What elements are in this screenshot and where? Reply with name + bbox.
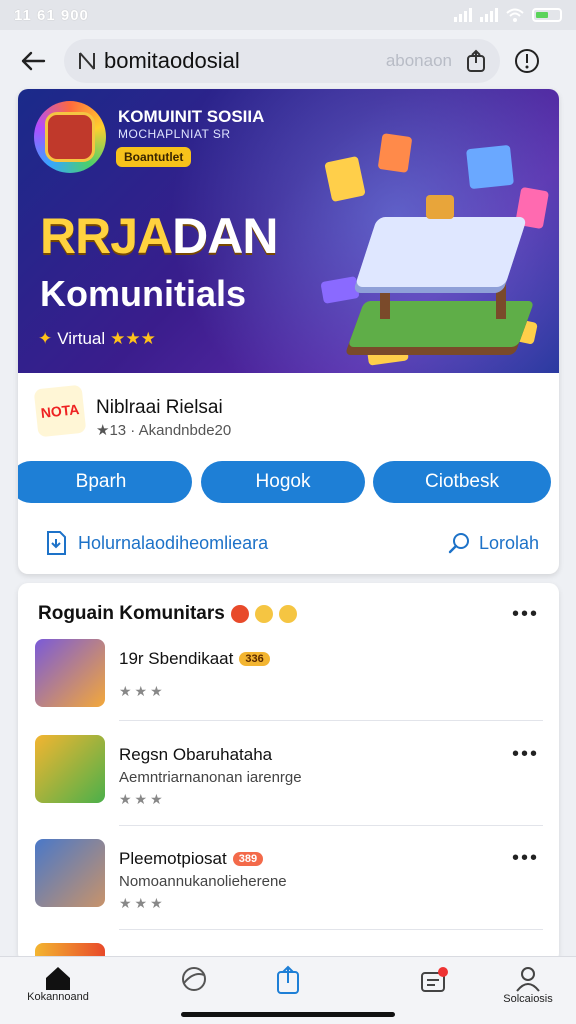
item-thumbnail <box>35 735 105 803</box>
list-heading-text: Roguain Komunitars <box>38 603 225 624</box>
url-bar[interactable]: bomitaodosial abonaon <box>64 39 500 83</box>
hero-stars: ★★★ <box>110 329 156 348</box>
item-title: Pleemotpiosat <box>119 849 227 868</box>
home-icon <box>46 967 70 990</box>
item-title-row: Pleemotpiosat 389 <box>119 849 264 869</box>
action-button-3[interactable]: Ciotbesk <box>373 461 551 503</box>
community-link[interactable]: Holurnalaodiheomlieara <box>44 530 268 556</box>
hero-title-b: DAN <box>172 208 278 264</box>
document-icon <box>47 531 66 555</box>
url-text: bomitaodosial <box>104 48 240 73</box>
app-meta: ★13 · Akandnbde20 <box>96 422 232 439</box>
app-thumbnail: NOTA <box>33 384 87 438</box>
hero-subtitle: MOCHAPLNIAT SR <box>118 127 231 141</box>
list-item[interactable]: Regsn Obaruhataha Aemntriarnanonan iaren… <box>18 735 559 839</box>
item-badge: 336 <box>239 652 270 666</box>
tab-profile[interactable]: Solcaiosis <box>488 965 568 1015</box>
site-icon <box>79 52 95 70</box>
app-name: Niblraai Rielsai <box>96 397 223 418</box>
item-rating: ★★★ <box>119 791 166 807</box>
browser-nav-bar: bomitaodosial abonaon <box>0 34 576 88</box>
search-link-text: Lorolah <box>478 532 539 553</box>
info-icon[interactable] <box>514 48 540 74</box>
tab-share[interactable] <box>248 965 328 1015</box>
hero-title-line2: Komunitials <box>40 273 247 314</box>
list-item[interactable]: Pleemotpiosat 389 Nomoannukanolieherene ★… <box>18 839 559 943</box>
search-icon <box>448 533 469 554</box>
hero-brand: KOMUINIT SOSIIA <box>118 107 265 126</box>
link-row: Holurnalaodiheomlieara Lorolah <box>18 527 559 559</box>
share-icon[interactable] <box>466 49 486 73</box>
hero-tag-text: Virtual <box>57 329 106 348</box>
hero-illustration <box>318 129 558 369</box>
status-bar: 11 61 900 <box>0 0 576 30</box>
divider <box>119 720 543 721</box>
item-badge: 389 <box>232 852 264 866</box>
star-icon <box>254 605 273 623</box>
communities-list-card: Roguain Komunitars ••• 19r Sbendikaat 336… <box>18 583 559 963</box>
more-options-icon[interactable]: ••• <box>512 604 539 624</box>
action-buttons: Bparh Hogok Ciotbesk <box>18 461 559 505</box>
search-link[interactable]: Lorolah <box>447 531 539 555</box>
list-item[interactable]: 19r Sbendikaat 336 ★★★ <box>18 639 559 743</box>
item-title: Regsn Obaruhataha <box>119 745 273 764</box>
signal-icon-2 <box>480 8 498 22</box>
item-more-icon[interactable]: ••• <box>512 848 539 868</box>
globe-icon <box>182 967 206 991</box>
divider <box>119 825 543 826</box>
app-info-row: NOTA Niblraai Rielsai ★13 · Akandnbde20 <box>18 373 559 453</box>
hero-badge: Boantutlet <box>116 147 192 167</box>
status-icons <box>454 8 562 22</box>
signal-icon <box>454 8 472 22</box>
profile-icon <box>516 967 540 992</box>
battery-icon <box>532 8 562 22</box>
wifi-icon <box>506 8 524 22</box>
divider <box>119 929 543 930</box>
share-icon <box>277 965 299 994</box>
community-link-text: Holurnalaodiheomlieara <box>78 532 269 553</box>
item-title-row: 19r Sbendikaat 336 <box>119 649 270 669</box>
item-subtitle: Aemntriarnanonan iarenrge <box>119 769 302 786</box>
arrow-left-icon <box>21 51 46 71</box>
item-rating: ★★★ <box>119 683 166 699</box>
item-title: 19r Sbendikaat <box>119 649 234 668</box>
star-icon-2 <box>278 605 297 623</box>
home-indicator <box>181 1012 395 1017</box>
hero-title-a: RRJA <box>40 208 173 264</box>
status-time: 11 61 900 <box>14 6 89 24</box>
item-more-icon[interactable]: ••• <box>512 744 539 764</box>
tab-profile-label: Solcaiosis <box>503 993 553 1005</box>
item-subtitle: Nomoannukanolieherene <box>119 873 287 890</box>
item-rating: ★★★ <box>119 895 166 911</box>
action-button-2[interactable]: Hogok <box>201 461 365 503</box>
sparkle-icon: ✦ <box>38 329 53 348</box>
tab-explore[interactable] <box>154 965 234 1015</box>
back-button[interactable] <box>18 46 48 76</box>
hero-title: RRJADAN <box>40 207 278 265</box>
tab-home[interactable]: Kokannoand <box>18 965 98 1015</box>
item-thumbnail <box>35 639 105 707</box>
fire-icon <box>230 605 249 623</box>
tab-home-label: Kokannoand <box>27 991 89 1003</box>
url-hint: abonaon <box>385 51 452 70</box>
hero-tag: ✦ Virtual ★★★ <box>38 329 156 349</box>
hero-banner[interactable]: KOMUINIT SOSIIA MOCHAPLNIAT SR Boantutle… <box>18 89 559 373</box>
action-button-1[interactable]: Bparh <box>18 461 192 503</box>
tab-notifications[interactable] <box>394 965 474 1015</box>
list-heading: Roguain Komunitars <box>38 603 297 625</box>
featured-community-card: KOMUINIT SOSIIA MOCHAPLNIAT SR Boantutle… <box>18 89 559 574</box>
community-logo <box>34 101 106 173</box>
item-title-row: Regsn Obaruhataha <box>119 745 272 765</box>
item-thumbnail <box>35 839 105 907</box>
notification-icon <box>421 967 448 992</box>
